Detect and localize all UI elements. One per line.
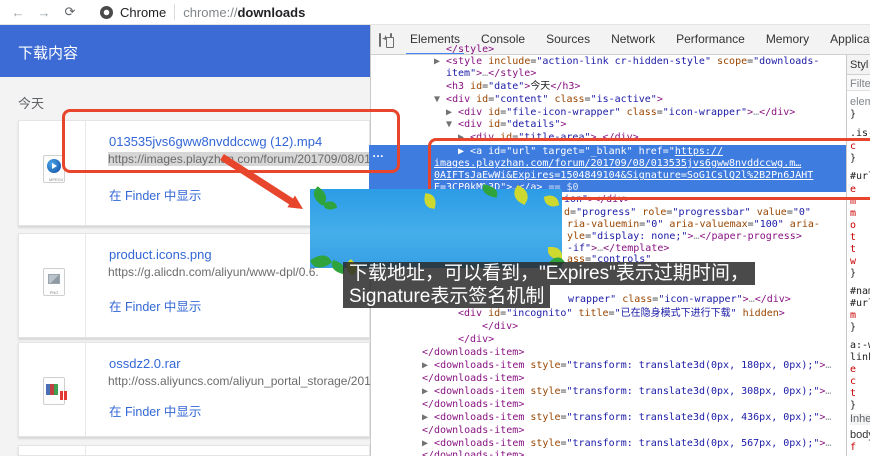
styles-panel-line: elem [850, 97, 870, 108]
styles-panel-line: o [850, 220, 856, 231]
download-card: ossdz2.0.rar http://oss.aliyuncs.com/aliy… [18, 342, 370, 437]
code-line[interactable]: ▶ <downloads-item style="transform: tran… [422, 386, 831, 397]
video-frame-overlay [310, 189, 562, 268]
code-line[interactable]: ria-valuemin="0" aria-valuemax="100" ari… [567, 219, 820, 230]
leaf-decoration [423, 193, 437, 209]
code-line[interactable]: </downloads-item> [422, 373, 524, 384]
downloads-header: 下载内容 [0, 25, 370, 77]
devtools-tab-network[interactable]: Network [611, 25, 655, 55]
styles-panel-line: } [850, 109, 856, 120]
code-line[interactable]: ▶ <div id="file-icon-wrapper" class="ico… [446, 107, 795, 118]
forward-icon[interactable]: → [36, 5, 52, 20]
address-bar-divider [174, 4, 175, 20]
styles-panel-line: } [850, 268, 856, 279]
url-scheme[interactable]: chrome:// [183, 5, 237, 20]
download-source-url: https://g.alicdn.com/aliyun/www-dpl/0.6. [108, 265, 319, 279]
styles-panel-line: Styl [850, 60, 868, 71]
code-line[interactable]: d="progress" role="progressbar" value="0… [564, 207, 811, 218]
download-card-partial[interactable] [18, 445, 370, 456]
styles-panel-line: e [850, 364, 856, 375]
browser-brand-label: Chrome [120, 5, 166, 20]
date-heading: 今天 [18, 93, 44, 112]
screen: ← → ⟳ Chrome chrome:// downloads 下载内容 今天… [0, 0, 870, 456]
code-line[interactable]: </downloads-item> [422, 425, 524, 436]
styles-panel-line: t [850, 232, 856, 243]
browser-toolbar: ← → ⟳ Chrome chrome:// downloads [0, 0, 870, 25]
code-line[interactable]: ▶ <style include="action-link cr-hidden-… [434, 56, 819, 67]
styles-panel-line: c [850, 376, 856, 387]
device-toolbar-icon[interactable] [390, 33, 392, 46]
leaf-decoration [544, 194, 560, 209]
show-in-finder-link[interactable]: 在 Finder 中显示 [109, 185, 201, 204]
png-file-icon: PNG [43, 268, 65, 296]
devtools-tab-application[interactable]: Application [830, 25, 870, 55]
back-icon[interactable]: ← [10, 5, 26, 20]
download-file-link[interactable]: ossdz2.0.rar [109, 356, 181, 371]
code-line[interactable]: item">…</style> [446, 68, 536, 79]
styles-panel-line: Inher [850, 414, 870, 425]
styles-panel-line: f [850, 442, 856, 453]
code-line[interactable]: -if">…</template> [567, 243, 669, 254]
code-line[interactable]: ▶ <downloads-item style="transform: tran… [422, 360, 831, 371]
file-icon-column [19, 343, 86, 436]
styles-panel-line: Filter [850, 79, 870, 90]
styles-panel-line: #url [850, 298, 870, 309]
code-line[interactable]: wrapper" class="icon-wrapper">…</div> [568, 294, 791, 305]
styles-panel-line: } [850, 400, 856, 411]
inspect-element-icon[interactable] [379, 33, 381, 47]
reload-icon[interactable]: ⟳ [62, 4, 78, 20]
styles-panel-line: w [850, 256, 856, 267]
code-line[interactable]: ▶ <downloads-item style="transform: tran… [422, 412, 831, 423]
code-line[interactable]: ▶ <downloads-item style="transform: tran… [422, 438, 831, 449]
code-line[interactable]: <div id="incognito" title="已在隐身模式下进行下载" … [458, 308, 785, 319]
devtools-tab-memory[interactable]: Memory [766, 25, 809, 55]
code-line[interactable]: </downloads-item> [422, 399, 524, 410]
show-in-finder-link[interactable]: 在 Finder 中显示 [109, 296, 201, 315]
styles-panel-line: link [850, 352, 870, 363]
styles-panel-line: t [850, 244, 856, 255]
chrome-logo-icon [100, 6, 113, 19]
code-line[interactable]: ▼ <div id="details"> [446, 119, 566, 130]
annotation-box-download-url [62, 109, 400, 173]
file-type-badge: PNG [49, 291, 59, 296]
file-type-badge: MPEG4 [49, 178, 59, 183]
devtools-tab-sources[interactable]: Sources [546, 25, 590, 55]
code-line[interactable]: yle="display: none;">…</paper-progress> [567, 231, 802, 242]
file-icon-column: PNG [19, 234, 86, 337]
devtools-tab-performance[interactable]: Performance [676, 25, 745, 55]
styles-panel-line: t [850, 388, 856, 399]
code-line[interactable]: </style> [446, 44, 494, 55]
styles-panel-line: } [850, 322, 856, 333]
styles-panel-line: #nam [850, 286, 870, 297]
caption-line-2: Signature表示签名机制 [343, 285, 550, 308]
code-line[interactable]: ▼ <div id="content" class="is-active"> [434, 94, 663, 105]
styles-panel-line: m [850, 310, 856, 321]
url-host[interactable]: downloads [237, 5, 305, 20]
download-source-url: http://oss.aliyuncs.com/aliyun_portal_st… [108, 374, 371, 388]
file-icon-column [19, 446, 86, 455]
download-file-link[interactable]: product.icons.png [109, 247, 212, 262]
styles-panel-line: a:-w [850, 340, 870, 351]
code-line[interactable]: <h3 id="date">今天</h3> [446, 81, 580, 92]
code-line[interactable]: </div> [458, 334, 494, 345]
show-in-finder-link[interactable]: 在 Finder 中显示 [109, 401, 201, 420]
styles-panel-line: m [850, 208, 856, 219]
page-title: 下载内容 [18, 42, 78, 63]
code-line[interactable]: </downloads-item> [422, 450, 524, 456]
caption-line-1: 下载地址，可以看到，"Expires"表示过期时间， [343, 262, 755, 285]
styles-panel-divider[interactable] [846, 55, 847, 456]
code-line[interactable]: </div> [482, 321, 518, 332]
code-line[interactable]: </downloads-item> [422, 347, 524, 358]
styles-panel-line: body [850, 430, 870, 441]
rar-file-icon [43, 377, 65, 405]
